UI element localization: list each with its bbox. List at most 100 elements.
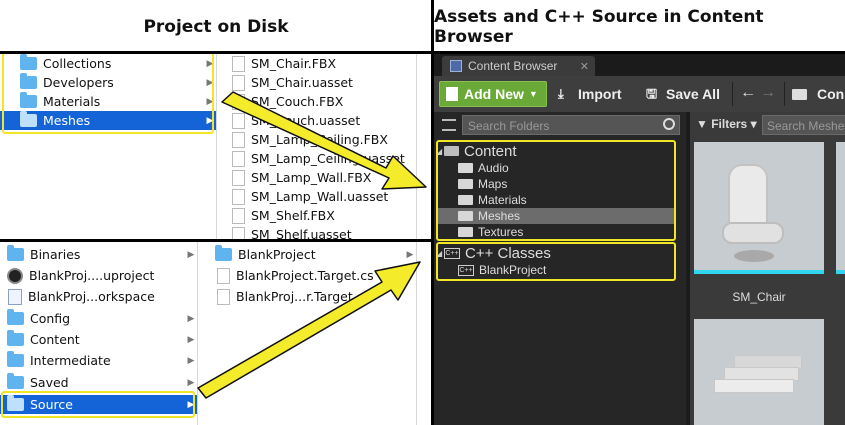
finder-item-label: Saved: [30, 375, 69, 390]
asset-thumbnail-sm-shelf[interactable]: [694, 319, 824, 425]
file-label: BlankProject.Target.cs: [236, 268, 374, 283]
toolbar-divider: [732, 82, 733, 106]
search-folders-input[interactable]: Search Folders: [462, 115, 680, 135]
add-new-label: Add New: [464, 86, 524, 102]
content-browser-toolbar: Add New ▼ ⤓ Import 🖫 Save All ←→ Con: [434, 76, 845, 112]
file-icon: [217, 288, 230, 305]
toolbar-divider: [784, 82, 785, 106]
chevron-right-icon: ▶: [187, 355, 195, 366]
finder-top-col2: SM_Chair.FBX SM_Chair.uasset SM_Couch.FB…: [218, 54, 416, 243]
file-label: SM_Couch.FBX: [251, 94, 344, 109]
highlight-box: [2, 52, 214, 134]
search-icon: [663, 118, 675, 130]
close-icon[interactable]: ✕: [580, 60, 589, 73]
search-assets-input[interactable]: Search Meshes: [762, 115, 845, 135]
tab-label: Content Browser: [468, 59, 558, 73]
highlight-box: [436, 242, 676, 281]
folder-icon: [792, 88, 807, 100]
file-item[interactable]: SM_Lamp_Ceiling.uasset: [218, 149, 416, 168]
add-new-button[interactable]: Add New ▼: [439, 81, 547, 107]
file-label: SM_Couch.uasset: [251, 113, 361, 128]
history-nav: ←→: [740, 84, 780, 102]
folder-icon: [7, 373, 24, 389]
finder-item-intermediate[interactable]: Intermediate ▶: [0, 351, 197, 370]
filters-button[interactable]: ▼ Filters ▾: [696, 117, 757, 131]
divider-middle: [0, 239, 432, 242]
highlight-box: [1, 391, 195, 418]
file-icon: [232, 188, 245, 205]
path-content-button[interactable]: Con: [792, 81, 844, 107]
shelf-mesh-preview: [714, 379, 794, 393]
xcode-workspace-icon: [8, 288, 22, 305]
chevron-down-icon: ▼: [528, 89, 538, 99]
asset-thumbnail-partial[interactable]: [836, 142, 845, 270]
finder-item-binaries[interactable]: Binaries ▶: [0, 245, 197, 264]
finder-item-content[interactable]: Content ▶: [0, 330, 197, 349]
finder-item-label: BlankProj...orkspace: [28, 289, 155, 304]
folder-icon: [7, 351, 24, 367]
file-icon: [232, 112, 245, 129]
file-label: BlankProj...r.Target.cs: [236, 289, 371, 304]
asset-type-bar: [694, 270, 824, 274]
file-item[interactable]: BlankProject.Target.cs: [199, 266, 416, 285]
header-content-browser: Assets and C++ Source in Content Browser: [434, 0, 845, 53]
file-label: SM_Shelf.FBX: [251, 208, 335, 223]
filters-label: Filters: [711, 117, 748, 131]
finder-item-label: Intermediate: [30, 353, 111, 368]
save-all-button[interactable]: 🖫 Save All: [646, 81, 720, 107]
file-label: SM_Lamp_Wall.uasset: [251, 189, 389, 204]
import-label: Import: [578, 86, 622, 102]
highlight-box: [436, 140, 676, 241]
new-file-icon: [446, 87, 458, 101]
file-item[interactable]: SM_Couch.uasset: [218, 111, 416, 130]
download-icon: ⤓: [558, 86, 564, 101]
file-icon: [232, 169, 245, 186]
finder-bottom-pane: Binaries ▶ BlankProj....uproject BlankPro…: [0, 242, 431, 425]
finder-item-label: Config: [30, 311, 71, 326]
finder-item-blankproject-folder[interactable]: BlankProject ▶: [199, 245, 416, 264]
forward-arrow-icon[interactable]: →: [760, 84, 780, 101]
content-browser-tab[interactable]: Content Browser ✕: [442, 56, 595, 76]
file-icon: [232, 74, 245, 91]
file-label: SM_Chair.uasset: [251, 75, 353, 90]
file-item[interactable]: SM_Shelf.FBX: [218, 206, 416, 225]
content-browser-panel: Content Browser ✕ Add New ▼ ⤓ Import 🖫 S…: [434, 54, 845, 425]
file-label: SM_Lamp_Ceiling.FBX: [251, 132, 388, 147]
file-item[interactable]: BlankProj...r.Target.cs: [199, 287, 416, 306]
folder-icon: [7, 245, 24, 261]
divider-vertical: [431, 0, 434, 425]
asset-label-sm-chair: SM_Chair: [732, 290, 786, 304]
file-icon: [232, 150, 245, 167]
finder-item-saved[interactable]: Saved ▶: [0, 373, 197, 392]
file-item[interactable]: SM_Couch.FBX: [218, 92, 416, 111]
folder-icon: [7, 330, 24, 346]
import-button[interactable]: ⤓ Import: [558, 81, 622, 107]
file-icon: [232, 131, 245, 148]
file-item[interactable]: SM_Lamp_Wall.FBX: [218, 168, 416, 187]
finder-item-label: BlankProj....uproject: [29, 268, 155, 283]
file-icon: [232, 207, 245, 224]
chevron-right-icon: ▶: [406, 249, 414, 260]
list-toggle-icon[interactable]: [442, 119, 456, 131]
file-item[interactable]: SM_Chair.uasset: [218, 73, 416, 92]
file-item[interactable]: SM_Lamp_Ceiling.FBX: [218, 130, 416, 149]
file-item[interactable]: SM_Lamp_Wall.uasset: [218, 187, 416, 206]
finder-top-pane: Collections ▶ Developers ▶ Materials ▶ M…: [0, 52, 431, 243]
file-label: SM_Lamp_Ceiling.uasset: [251, 151, 405, 166]
divider-header: [0, 51, 845, 54]
chevron-right-icon: ▶: [187, 334, 195, 345]
chair-mesh-preview: [734, 250, 774, 262]
back-arrow-icon[interactable]: ←: [740, 84, 760, 101]
folder-tree: Search Folders ◢ Content Audio Maps Mate…: [434, 112, 686, 425]
finder-item-label: BlankProject: [238, 247, 316, 262]
file-item[interactable]: SM_Chair.FBX: [218, 54, 416, 73]
finder-item-config[interactable]: Config ▶: [0, 309, 197, 328]
chevron-right-icon: ▶: [187, 377, 195, 388]
folder-search-row: Search Folders: [434, 115, 686, 135]
finder-bottom-col2: BlankProject ▶ BlankProject.Target.cs Bla…: [199, 242, 416, 425]
header-project-on-disk: Project on Disk: [0, 0, 432, 53]
asset-thumbnail-sm-chair[interactable]: [694, 142, 824, 270]
finder-item-workspace[interactable]: BlankProj...orkspace: [0, 287, 197, 306]
finder-item-uproject[interactable]: BlankProj....uproject: [0, 266, 197, 285]
finder-item-label: Content: [30, 332, 80, 347]
